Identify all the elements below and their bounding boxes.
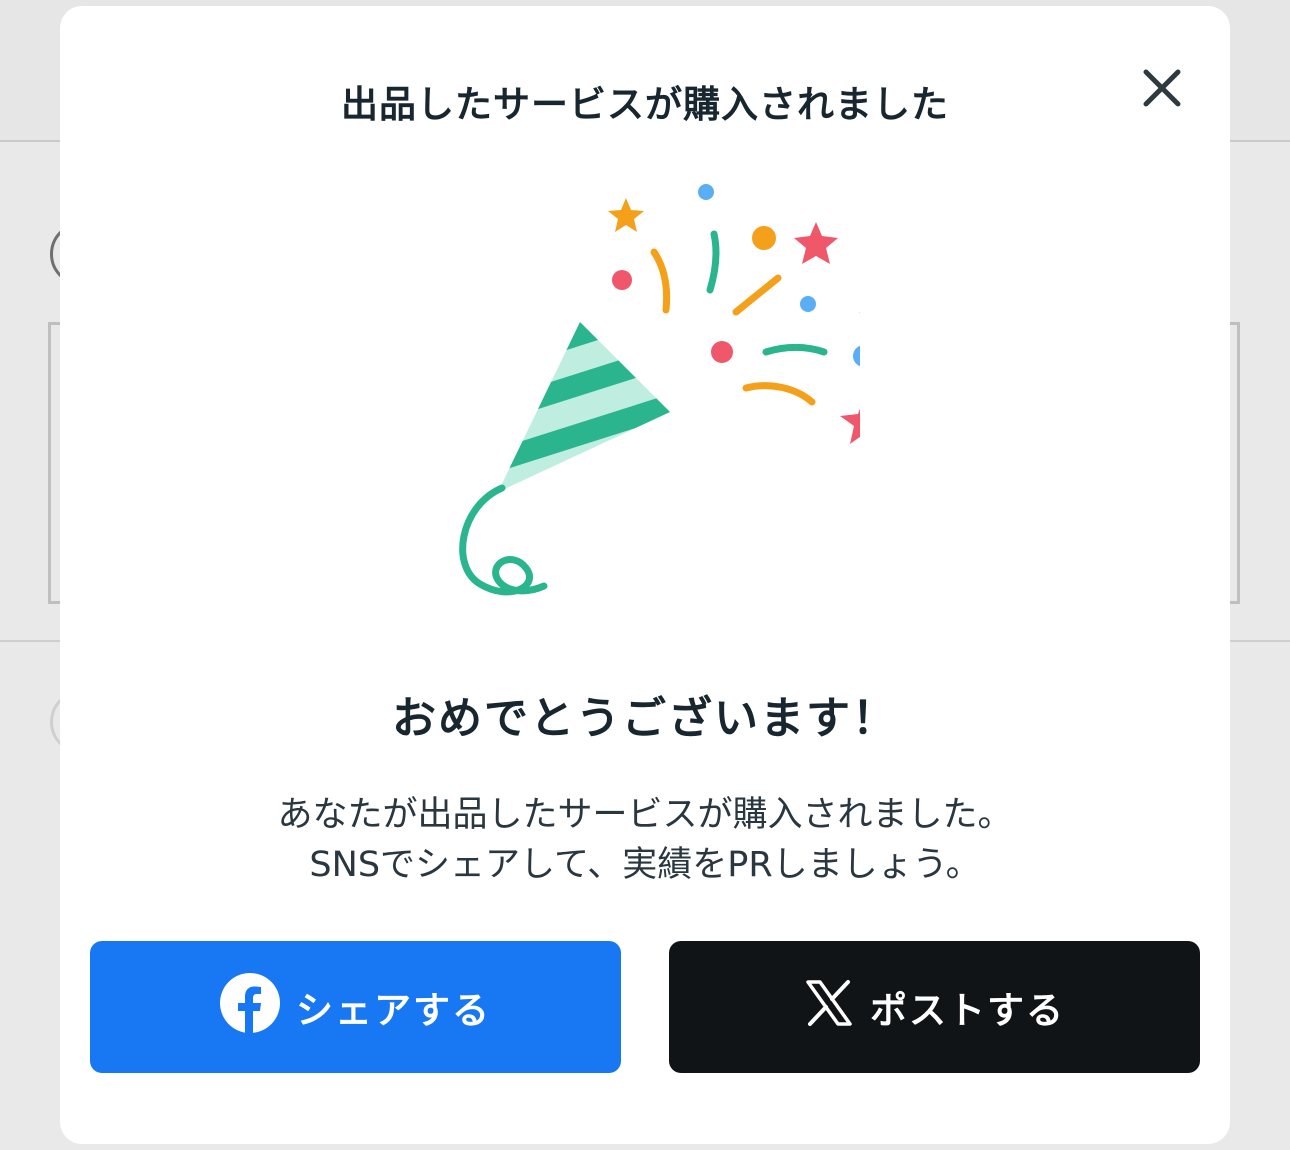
close-icon — [1143, 69, 1181, 107]
congratulations-heading: おめでとうございます！ — [392, 693, 898, 744]
facebook-share-label: シェアする — [296, 989, 491, 1032]
message-line: あなたが出品したサービスが購入されました。 — [277, 795, 1013, 835]
dialog-title: 出品したサービスが購入されました — [341, 83, 949, 126]
facebook-share-button[interactable]: シェアする — [90, 941, 621, 1073]
party-popper-illustration — [459, 184, 860, 596]
facebook-icon — [220, 972, 280, 1042]
x-post-label: ポストする — [870, 989, 1065, 1032]
share-message: あなたが出品したサービスが購入されました。 SNSでシェアして、実績をPRしまし… — [60, 790, 1230, 890]
x-post-button[interactable]: ポストする — [669, 941, 1200, 1073]
x-logo-icon — [804, 978, 854, 1037]
close-button[interactable] — [1136, 62, 1188, 114]
message-line: SNSでシェアして、実績をPRしましょう。 — [309, 845, 981, 885]
purchase-notification-dialog: 出品したサービスが購入されました おめでとうございます！ あなたが出品したサービ… — [60, 6, 1230, 1144]
